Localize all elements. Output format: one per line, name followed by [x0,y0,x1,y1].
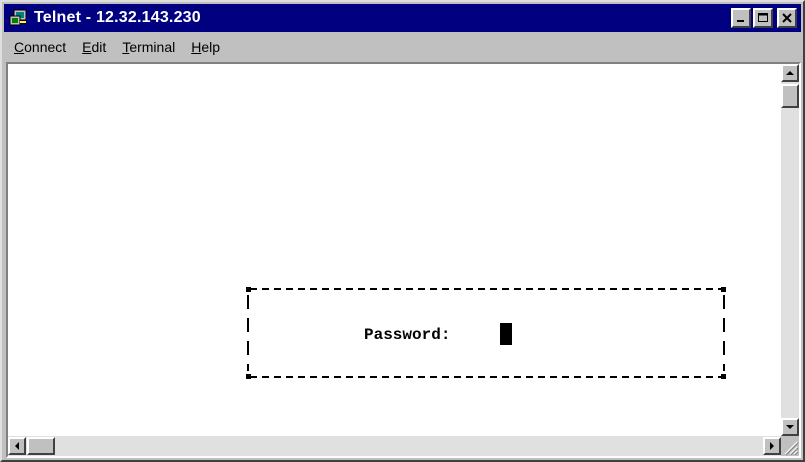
arrow-up-icon [786,71,794,75]
menu-connect[interactable]: Connect [4,39,74,55]
menu-connect-accel: C [14,39,25,55]
password-prompt: Password: [364,326,451,344]
menu-edit-label: dit [91,39,107,55]
menu-terminal-label: erminal [129,39,176,55]
menu-help-accel: H [191,39,202,55]
telnet-window: Telnet - 12.32.143.230 Connect Edit Term… [0,0,805,462]
menu-help-label: elp [201,39,221,55]
terminal-client-area: Password: [6,62,801,458]
scroll-down-button[interactable] [781,418,799,436]
scroll-left-button[interactable] [8,437,26,455]
minimize-button[interactable] [731,8,751,28]
maximize-button[interactable] [753,8,773,28]
title-bar[interactable]: Telnet - 12.32.143.230 [4,4,801,32]
menu-edit[interactable]: Edit [74,39,114,55]
vertical-scrollbar[interactable] [781,64,799,436]
arrow-down-icon [786,425,794,429]
arrow-left-icon [15,442,19,450]
password-frame [246,287,726,379]
title-buttons [731,8,797,28]
window-title: Telnet - 12.32.143.230 [34,9,201,26]
arrow-right-icon [770,442,774,450]
menu-edit-accel: E [82,39,92,55]
terminal-screen[interactable]: Password: [8,64,781,436]
close-icon [782,13,792,23]
telnet-app-icon[interactable] [9,9,29,27]
size-grip[interactable] [781,436,799,456]
horizontal-scrollbar[interactable] [8,436,781,456]
menu-help[interactable]: Help [183,39,228,55]
minimize-icon [737,20,744,22]
scroll-up-button[interactable] [781,64,799,82]
maximize-icon [758,13,768,22]
text-cursor [500,323,512,345]
resize-grip-icon [784,441,799,456]
vertical-scroll-thumb[interactable] [781,84,799,108]
menu-terminal[interactable]: Terminal [114,39,183,55]
horizontal-scroll-thumb[interactable] [27,437,55,455]
scroll-right-button[interactable] [763,437,781,455]
menu-bar: Connect Edit Terminal Help [4,34,801,60]
menu-connect-label: onnect [24,39,67,55]
close-button[interactable] [777,8,797,28]
